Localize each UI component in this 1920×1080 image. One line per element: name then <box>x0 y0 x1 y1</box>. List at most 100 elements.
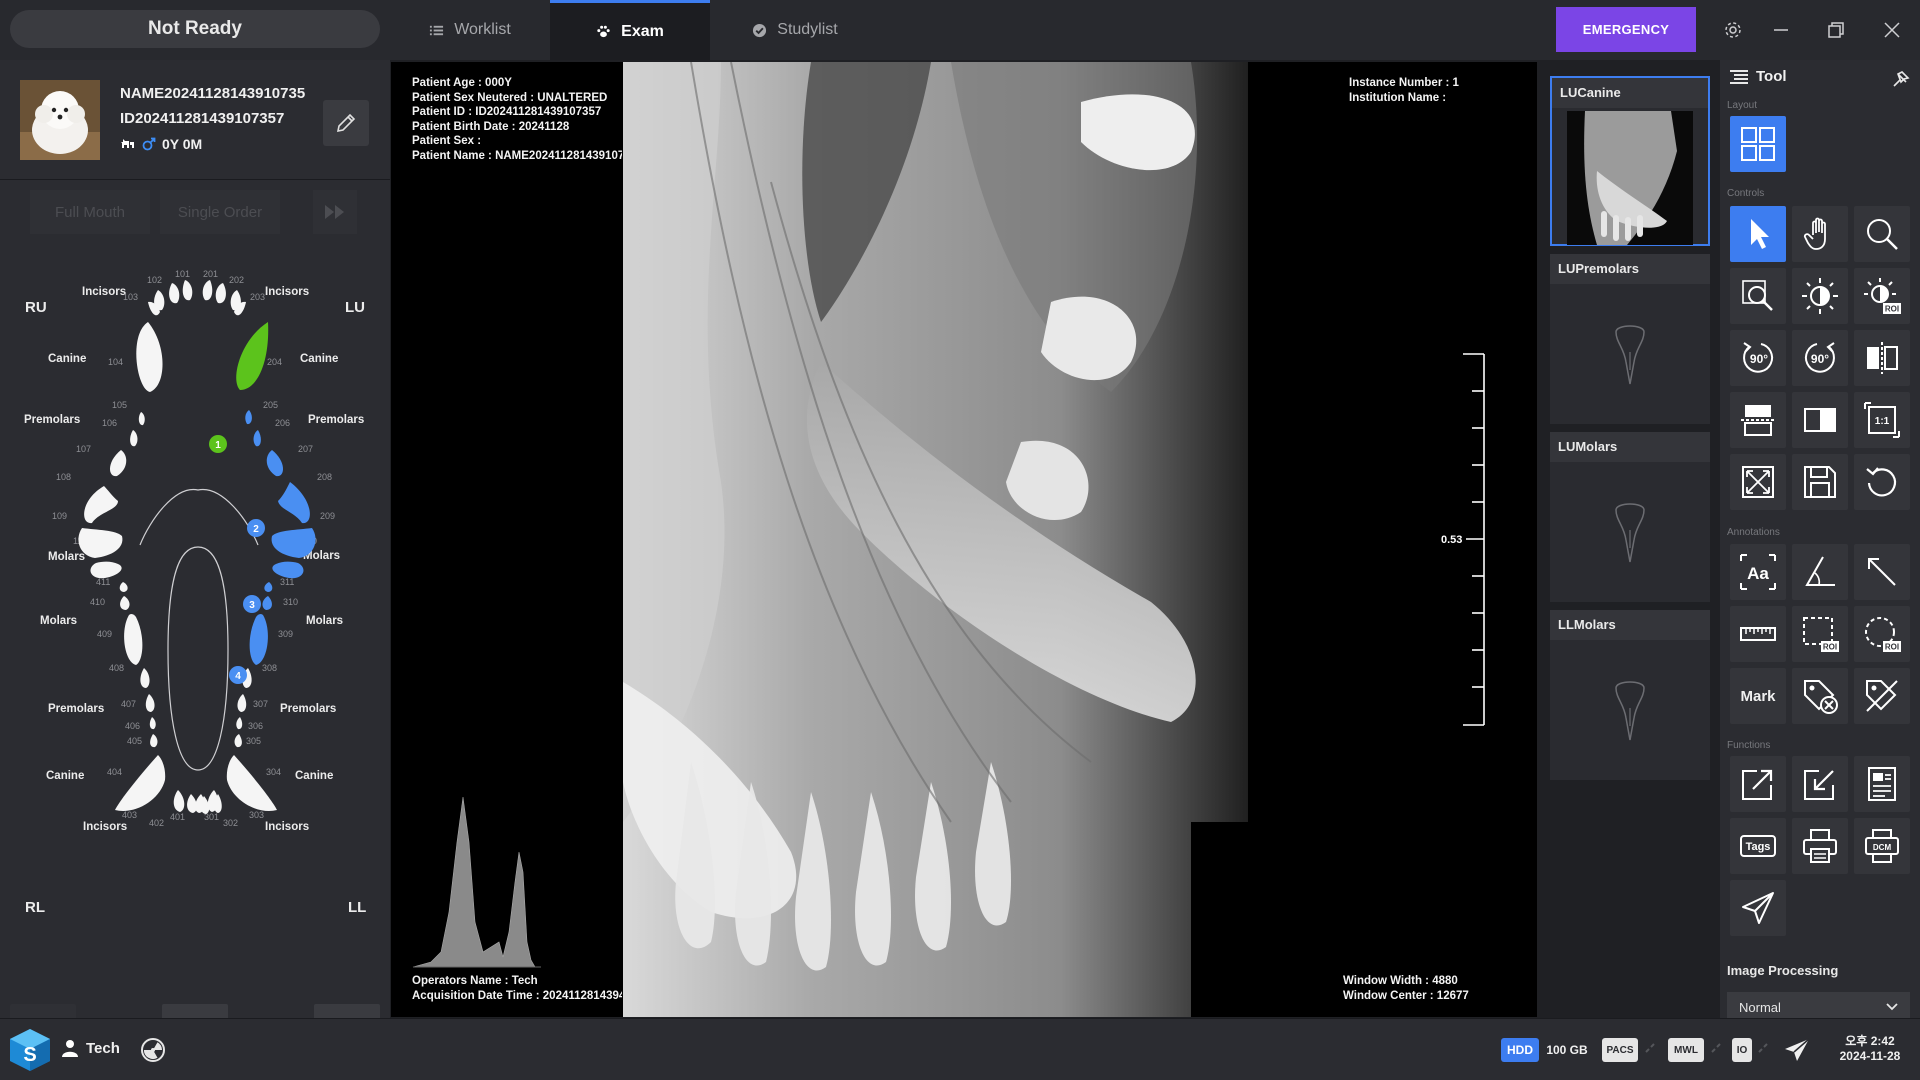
tooth-208[interactable] <box>278 482 310 524</box>
user-icon <box>62 1040 78 1057</box>
single-order-button[interactable]: Single Order <box>160 190 280 234</box>
ruler-annotation-button[interactable] <box>1730 606 1786 662</box>
skip-button[interactable] <box>313 190 357 234</box>
mwl-status-badge[interactable]: MWL <box>1668 1038 1704 1062</box>
export-button[interactable] <box>1730 756 1786 812</box>
thumbnail-panel: LUCanine LUPremolars LUMolars LLMolars <box>1540 60 1720 1018</box>
window-level-button[interactable] <box>1792 268 1848 324</box>
brightness-icon <box>1802 278 1838 314</box>
send-button[interactable] <box>1730 880 1786 936</box>
delete-annotation-button[interactable] <box>1792 668 1848 724</box>
report-button[interactable] <box>1854 756 1910 812</box>
tooth-410[interactable] <box>120 596 130 610</box>
text-annotation-button[interactable]: Aa <box>1730 544 1786 600</box>
io-status-badge[interactable]: IO <box>1732 1038 1752 1062</box>
tooth-201[interactable] <box>202 280 213 301</box>
tooth-104[interactable] <box>136 322 163 392</box>
tooth-106[interactable] <box>130 430 138 447</box>
tool-panel-close-button[interactable] <box>1892 70 1910 93</box>
tooth-407[interactable] <box>145 694 155 712</box>
tooth-202[interactable] <box>215 283 226 304</box>
tags-button[interactable]: Tags <box>1730 818 1786 874</box>
tooth-109[interactable] <box>78 528 123 558</box>
window-level-roi-button[interactable]: ROI <box>1854 268 1910 324</box>
tooth-302[interactable] <box>195 794 205 813</box>
tab-exam[interactable]: Exam <box>550 0 710 60</box>
image-viewer[interactable]: 0.53 Patient Age : 000Y Patient Sex Neut… <box>391 62 1537 1017</box>
thumbnail-lupremolars[interactable]: LUPremolars <box>1550 254 1710 424</box>
emergency-button[interactable]: EMERGENCY <box>1556 7 1696 52</box>
flip-horizontal-button[interactable] <box>1854 330 1910 386</box>
thumbnail-llmolars[interactable]: LLMolars <box>1550 610 1710 780</box>
tooth-311[interactable] <box>264 582 273 592</box>
tooth-408[interactable] <box>140 668 150 688</box>
tooth-411[interactable] <box>119 582 128 592</box>
radiation-status[interactable] <box>140 1037 166 1068</box>
thumbnail-lucanine[interactable]: LUCanine <box>1550 76 1710 246</box>
minimize-button[interactable] <box>1766 15 1796 45</box>
tooth-outline-icon <box>1615 503 1645 563</box>
tooth-404[interactable] <box>115 755 166 811</box>
tooth-406[interactable] <box>149 717 156 730</box>
save-button[interactable] <box>1792 454 1848 510</box>
angle-annotation-button[interactable] <box>1792 544 1848 600</box>
send-status-button[interactable] <box>1783 1037 1811 1068</box>
reset-button[interactable] <box>1854 454 1910 510</box>
fit-screen-button[interactable] <box>1730 454 1786 510</box>
magnify-roi-button[interactable] <box>1730 268 1786 324</box>
label-molars-ur: Molars <box>48 551 85 563</box>
ellipse-roi-button[interactable]: ROI <box>1854 606 1910 662</box>
tooth-403[interactable] <box>173 790 185 812</box>
rotate-right-button[interactable]: 90° <box>1792 330 1848 386</box>
tooth-207[interactable] <box>266 450 284 477</box>
full-mouth-button[interactable]: Full Mouth <box>30 190 150 234</box>
tooth-209[interactable] <box>271 528 316 558</box>
layout-button[interactable] <box>1730 116 1786 172</box>
user-info[interactable]: Tech <box>62 1039 120 1057</box>
tooth-305[interactable] <box>234 734 242 748</box>
radiation-icon <box>141 1038 165 1062</box>
edit-patient-button[interactable] <box>323 100 369 146</box>
tooth-309[interactable] <box>249 613 268 665</box>
tooth-107[interactable] <box>109 450 127 477</box>
tooth-101[interactable] <box>182 280 193 301</box>
print-button[interactable] <box>1792 818 1848 874</box>
mark-button[interactable]: Mark <box>1730 668 1786 724</box>
import-button[interactable] <box>1792 756 1848 812</box>
tooth-204-selected[interactable] <box>236 322 269 390</box>
tooth-205[interactable] <box>245 410 252 425</box>
rect-roi-button[interactable]: ROI <box>1792 606 1848 662</box>
zoom-tool-button[interactable] <box>1854 206 1910 262</box>
hide-annotation-button[interactable] <box>1854 668 1910 724</box>
tab-studylist[interactable]: Studylist <box>710 0 880 60</box>
select-tool-button[interactable] <box>1730 206 1786 262</box>
tooth-210[interactable] <box>272 561 304 579</box>
app-logo[interactable]: S <box>8 1027 52 1078</box>
tooth-102[interactable] <box>169 283 180 304</box>
invert-button[interactable] <box>1792 392 1848 448</box>
pan-tool-button[interactable] <box>1792 206 1848 262</box>
pacs-status-badge[interactable]: PACS <box>1602 1038 1638 1062</box>
tooth-304[interactable] <box>226 755 277 811</box>
rotate-left-button[interactable]: 90° <box>1730 330 1786 386</box>
tooth-409[interactable] <box>124 613 143 665</box>
thumbnail-image <box>1552 108 1708 248</box>
thumbnail-lumolars[interactable]: LUMolars <box>1550 432 1710 602</box>
flip-vertical-button[interactable] <box>1730 392 1786 448</box>
tooth-108[interactable] <box>84 486 118 524</box>
restore-button[interactable] <box>1821 15 1851 45</box>
tooth-206[interactable] <box>253 430 261 447</box>
tooth-405[interactable] <box>150 734 158 748</box>
settings-button[interactable] <box>1718 15 1748 45</box>
arrow-annotation-button[interactable] <box>1854 544 1910 600</box>
tab-worklist[interactable]: Worklist <box>390 0 550 60</box>
actual-size-button[interactable]: 1:1 <box>1854 392 1910 448</box>
tooth-306[interactable] <box>236 717 243 730</box>
dicom-print-button[interactable]: DCM <box>1854 818 1910 874</box>
tooth-105[interactable] <box>138 412 145 426</box>
tooth-num-107: 107 <box>76 444 91 454</box>
tooth-110[interactable] <box>90 561 122 579</box>
close-button[interactable] <box>1877 15 1907 45</box>
tooth-310[interactable] <box>262 596 272 610</box>
tooth-307[interactable] <box>237 694 247 712</box>
